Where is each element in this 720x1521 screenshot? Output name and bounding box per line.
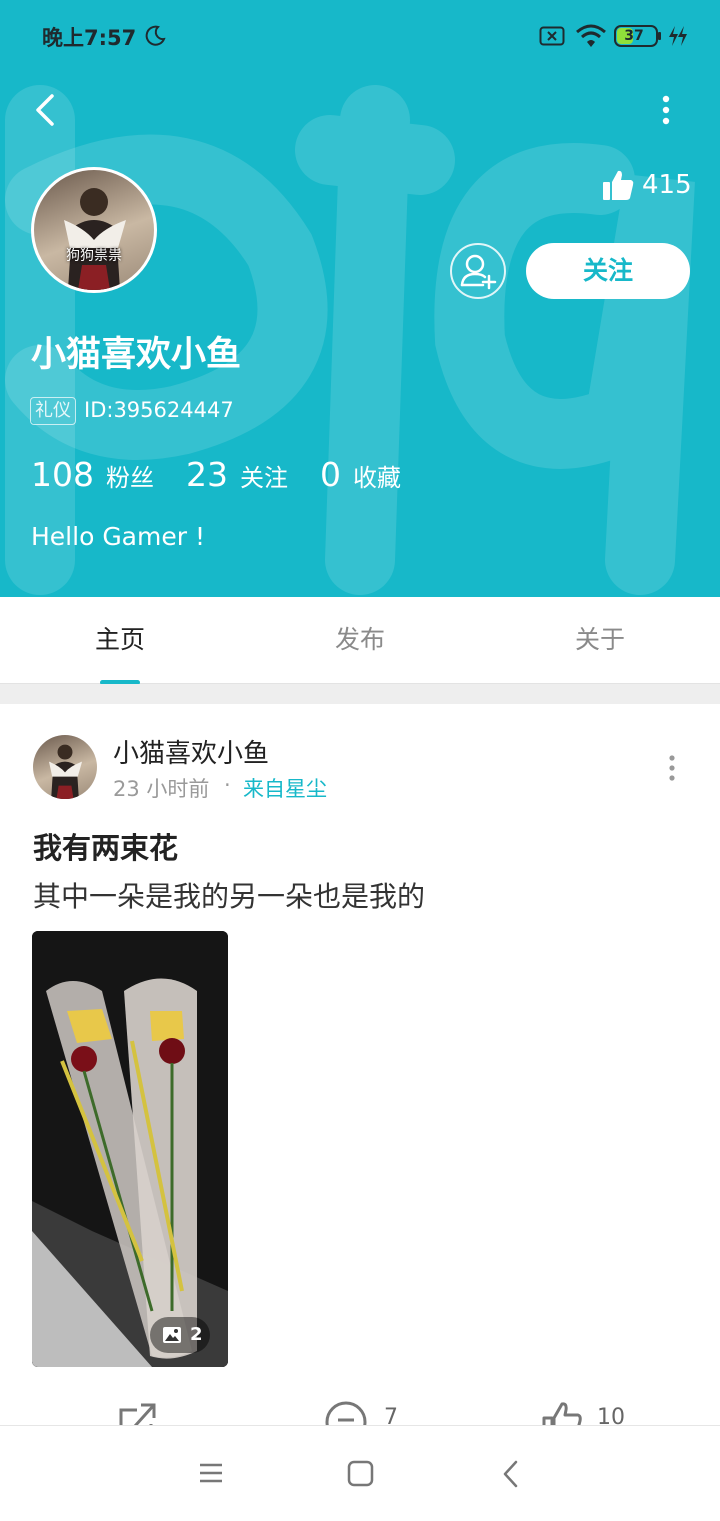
section-divider	[0, 684, 720, 704]
add-friend-button[interactable]	[450, 243, 506, 299]
add-user-icon	[460, 254, 497, 290]
tab-posts[interactable]: 发布	[240, 597, 480, 683]
image-count: 2	[190, 1324, 203, 1345]
menu-icon[interactable]	[198, 1461, 224, 1485]
user-id: ID:395624447	[84, 398, 234, 422]
post-author-name[interactable]: 小猫喜欢小鱼	[113, 733, 269, 770]
profile-username: 小猫喜欢小鱼	[31, 335, 242, 375]
comment-icon[interactable]	[324, 1400, 368, 1425]
profile-stats: 108 粉丝 23 关注 0 收藏	[31, 455, 433, 499]
favorites-label[interactable]: 收藏	[353, 458, 401, 493]
thumbs-up-icon	[603, 170, 634, 200]
profile-header: 晚上7:57 37 狗狗祟祟 415 关注 小猫喜欢小鱼 礼仪 ID:39562…	[0, 0, 720, 597]
avatar-figure	[49, 744, 83, 799]
follow-button[interactable]: 关注	[526, 243, 690, 299]
followers-label[interactable]: 粉丝	[106, 458, 154, 493]
post-timestamp: 23 小时前	[113, 777, 210, 801]
profile-like-count: 415	[642, 170, 692, 200]
battery-level: 37	[624, 28, 644, 44]
followers-count[interactable]: 108	[31, 455, 94, 494]
favorites-count[interactable]: 0	[320, 455, 341, 494]
tab-about[interactable]: 关于	[480, 597, 720, 683]
like-icon[interactable]	[540, 1398, 584, 1425]
status-time: 晚上7:57	[42, 26, 137, 50]
post-title: 我有两束花	[33, 831, 179, 865]
comment-count: 7	[384, 1405, 398, 1425]
home-icon[interactable]	[347, 1460, 374, 1487]
share-icon[interactable]	[115, 1400, 159, 1425]
tab-home[interactable]: 主页	[0, 597, 240, 683]
back-icon[interactable]	[28, 90, 64, 130]
more-options-icon[interactable]	[650, 90, 682, 130]
profile-tabs: 主页 发布 关于	[0, 597, 720, 684]
post-source-link[interactable]: 来自星尘	[243, 773, 327, 803]
profile-bio: Hello Gamer !	[31, 522, 205, 551]
image-count-badge: 2	[150, 1317, 210, 1353]
nav-back-icon[interactable]	[500, 1459, 522, 1489]
roses-photo	[32, 931, 228, 1367]
post-image[interactable]: 2	[32, 931, 228, 1367]
following-label[interactable]: 关注	[240, 458, 288, 493]
moon-icon	[145, 25, 166, 46]
post-author-avatar[interactable]	[33, 735, 97, 799]
wifi-icon	[576, 24, 606, 47]
gallery-icon	[163, 1327, 181, 1343]
system-nav-bar	[0, 1425, 720, 1521]
charging-icon	[669, 26, 687, 46]
status-bar: 晚上7:57 37	[0, 0, 720, 70]
following-count[interactable]: 23	[186, 455, 228, 494]
sim-off-icon	[539, 26, 565, 46]
post-actions: 7 10	[0, 1395, 720, 1425]
post-body: 其中一朵是我的另一朵也是我的	[33, 880, 426, 913]
post-like-count: 10	[597, 1405, 625, 1425]
meta-separator: ·	[224, 773, 231, 797]
title-badge: 礼仪	[30, 397, 76, 425]
post-more-icon[interactable]	[660, 752, 684, 784]
avatar-figure	[64, 188, 126, 290]
avatar[interactable]: 狗狗祟祟	[31, 167, 157, 293]
avatar-caption: 狗狗祟祟	[66, 248, 122, 264]
